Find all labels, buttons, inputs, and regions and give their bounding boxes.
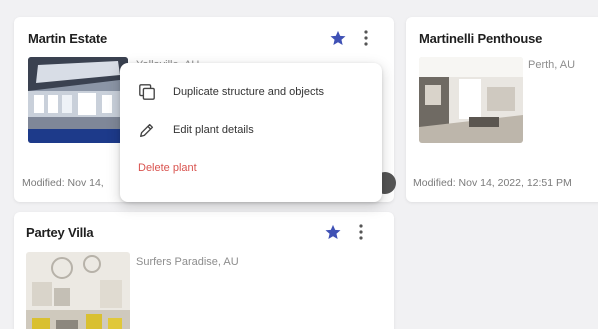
menu-item-edit[interactable]: Edit plant details	[120, 115, 382, 145]
plant-thumbnail	[419, 57, 523, 143]
card-title: Partey Villa	[26, 225, 94, 240]
star-icon[interactable]	[329, 29, 347, 47]
menu-item-label: Duplicate structure and objects	[173, 86, 325, 98]
card-title: Martinelli Penthouse	[419, 31, 543, 46]
plant-thumbnail	[26, 252, 130, 329]
more-options-icon[interactable]	[354, 223, 368, 241]
star-icon[interactable]	[324, 223, 342, 241]
plant-thumbnail	[28, 57, 128, 143]
menu-item-label: Delete plant	[138, 162, 197, 174]
menu-item-duplicate[interactable]: Duplicate structure and objects	[120, 77, 382, 107]
plant-card-martinelli-penthouse[interactable]: Martinelli Penthouse Perth, AU Modified:…	[406, 17, 598, 202]
card-modified-date: Modified: Nov 14,	[22, 177, 104, 189]
card-title: Martin Estate	[28, 31, 108, 46]
more-options-icon[interactable]	[359, 29, 373, 47]
card-location: Perth, AU	[528, 59, 576, 71]
duplicate-icon	[139, 84, 155, 100]
menu-item-delete[interactable]: Delete plant	[120, 153, 382, 183]
plant-context-menu: Duplicate structure and objects Edit pla…	[120, 63, 382, 202]
pencil-icon	[140, 123, 154, 137]
card-location: Surfers Paradise, AU	[136, 256, 239, 268]
card-modified-date: Modified: Nov 14, 2022, 12:51 PM	[413, 177, 572, 189]
menu-item-label: Edit plant details	[173, 124, 254, 136]
plant-card-partey-villa[interactable]: Partey Villa Surfers Paradise, AU	[14, 212, 394, 329]
